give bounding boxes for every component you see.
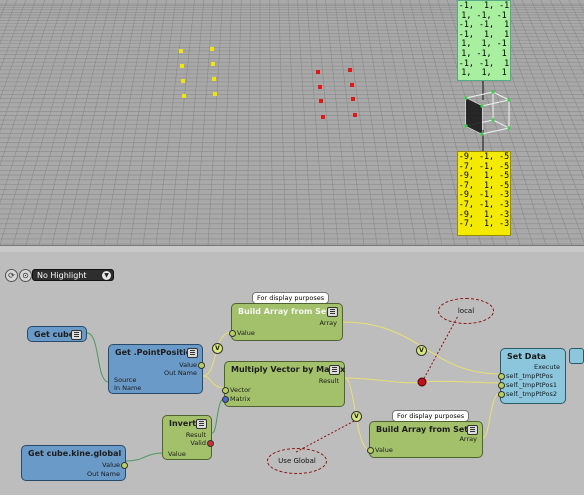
node-title: Get cube.kine.global — [28, 449, 122, 458]
3d-viewport[interactable]: -1, 1, -1 1, -1, -1 -1, -1, 1 -1, 1, 1 1… — [0, 0, 584, 245]
point-red — [319, 99, 323, 103]
matrix-display-green: -1, 1, -1 1, -1, -1 -1, -1, 1 -1, 1, 1 1… — [457, 0, 511, 81]
point-yellow — [181, 79, 185, 83]
node-build-array-2[interactable]: Build Array from Set Array Value — [367, 421, 483, 458]
point-red — [351, 97, 355, 101]
node-title: Get .PointPosition — [115, 348, 197, 357]
port-in-name: In Name — [114, 384, 142, 392]
point-red — [318, 85, 322, 89]
port-dot[interactable] — [121, 462, 128, 469]
port-value: Value — [102, 461, 120, 469]
port-value: Value — [237, 329, 255, 337]
port-dot[interactable] — [367, 447, 374, 454]
node-build-array-1[interactable]: Build Array from Set Array Value — [229, 303, 343, 341]
v-badge: V — [212, 343, 223, 354]
point-red — [350, 83, 354, 87]
port-tmp-pt-pos: self._tmpPtPos — [506, 372, 553, 380]
point-yellow — [182, 94, 186, 98]
node-title: Get cube — [34, 330, 75, 339]
node-menu-icon[interactable] — [329, 365, 340, 375]
node-title: Build Array from Set — [238, 307, 331, 316]
port-valid: Valid — [190, 439, 206, 447]
point-yellow — [213, 92, 217, 96]
node-menu-icon[interactable] — [187, 348, 198, 358]
node-title: Build Array from Set — [376, 425, 469, 434]
port-dot[interactable] — [498, 373, 505, 380]
point-red — [321, 115, 325, 119]
node-title: Set Data — [507, 352, 547, 361]
port-result: Result — [318, 377, 339, 385]
port-dot[interactable] — [222, 387, 229, 394]
point-yellow — [179, 49, 183, 53]
port-out-name: Out Name — [163, 369, 197, 377]
node-title: Invert — [169, 419, 197, 428]
port-vector: Vector — [230, 386, 251, 394]
port-value: Value — [375, 446, 393, 454]
port-value: Value — [179, 361, 197, 369]
comment-bubble-local[interactable]: local — [438, 298, 494, 324]
point-yellow — [212, 77, 216, 81]
node-menu-icon[interactable] — [196, 419, 207, 429]
node-set-data-expand-icon[interactable] — [569, 348, 584, 364]
port-tmp-pt-pos1: self._tmpPtPos1 — [506, 381, 557, 389]
point-yellow — [180, 64, 184, 68]
point-red — [353, 113, 357, 117]
port-out-name: Out Name — [86, 470, 120, 478]
port-dot[interactable] — [207, 440, 214, 447]
point-yellow — [210, 47, 214, 51]
port-dot[interactable] — [198, 362, 205, 369]
node-set-data[interactable]: Set Data Execute self._tmpPtPos self._tm… — [498, 348, 566, 404]
node-get-cube-kine-global[interactable]: Get cube.kine.global Value Out Name — [21, 445, 128, 481]
node-multiply-vector-by-matrix[interactable]: Multiply Vector by Matrix Result Vector … — [222, 361, 345, 407]
point-red — [348, 68, 352, 72]
node-menu-icon[interactable] — [327, 307, 338, 317]
node-menu-icon[interactable] — [71, 330, 82, 340]
port-array: Array — [319, 319, 337, 327]
port-execute: Execute — [534, 363, 560, 371]
node-menu-icon[interactable] — [467, 425, 478, 435]
ice-tree-editor[interactable]: ⟳ ⊙ No Highlight ▼ Get cube Get cube.kin… — [0, 252, 584, 495]
node-get-pointposition[interactable]: Get .PointPosition Value Out Name Source… — [108, 344, 205, 394]
point-red — [316, 70, 320, 74]
port-dot[interactable] — [498, 391, 505, 398]
node-get-cube[interactable]: Get cube — [27, 326, 87, 342]
comment-bubble-use-global[interactable]: Use Global — [267, 448, 327, 474]
point-yellow — [211, 62, 215, 66]
node-invert[interactable]: Invert Result Valid Value — [162, 415, 214, 460]
matrix-display-yellow: -9, -1, -5 -7, -1, -5 -9, 1, -5 -7, 1, -… — [457, 151, 511, 236]
port-matrix: Matrix — [230, 395, 251, 403]
port-dot[interactable] — [229, 330, 236, 337]
port-value: Value — [168, 450, 186, 458]
port-tmp-pt-pos2: self._tmpPtPos2 — [506, 390, 557, 398]
v-badge: V — [351, 411, 362, 422]
port-dot[interactable] — [498, 382, 505, 389]
port-result: Result — [185, 431, 206, 439]
port-dot[interactable] — [222, 396, 229, 403]
port-source: Source — [114, 376, 137, 384]
v-badge: V — [416, 345, 427, 356]
port-array: Array — [459, 435, 477, 443]
